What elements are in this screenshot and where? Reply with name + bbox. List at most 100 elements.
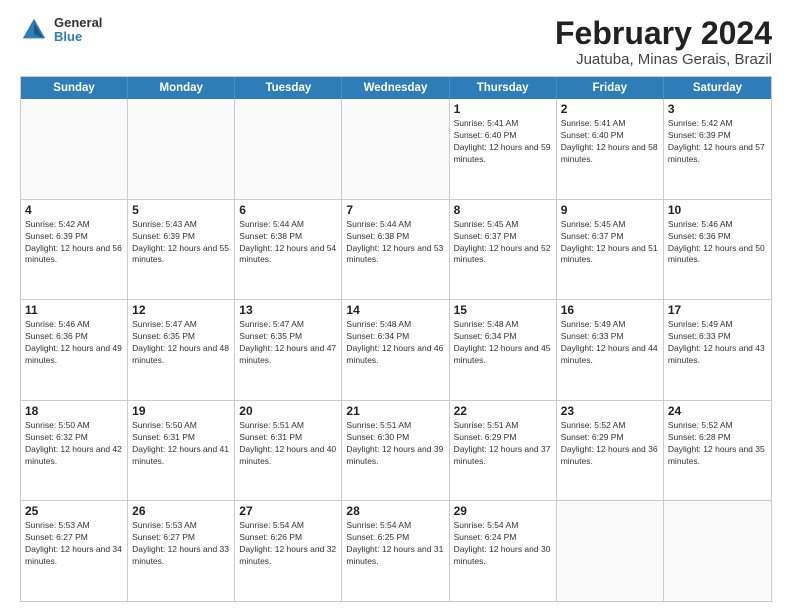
cal-header-friday: Friday xyxy=(557,77,664,99)
cal-week-4: 18 Sunrise: 5:50 AMSunset: 6:32 PMDayligh… xyxy=(21,401,771,502)
day-number: 5 xyxy=(132,203,230,217)
day-number: 23 xyxy=(561,404,659,418)
cell-info: Sunrise: 5:51 AMSunset: 6:29 PMDaylight:… xyxy=(454,420,552,468)
cell-info: Sunrise: 5:51 AMSunset: 6:31 PMDaylight:… xyxy=(239,420,337,468)
day-number: 18 xyxy=(25,404,123,418)
day-number: 2 xyxy=(561,102,659,116)
cell-info: Sunrise: 5:54 AMSunset: 6:24 PMDaylight:… xyxy=(454,520,552,568)
header: General Blue February 2024 Juatuba, Mina… xyxy=(20,16,772,68)
cal-day-16: 16 Sunrise: 5:49 AMSunset: 6:33 PMDayligh… xyxy=(557,300,664,400)
cell-info: Sunrise: 5:42 AMSunset: 6:39 PMDaylight:… xyxy=(668,118,767,166)
calendar-title: February 2024 xyxy=(555,16,772,51)
cal-day-1: 1Sunrise: 5:41 AMSunset: 6:40 PMDaylight… xyxy=(450,99,557,199)
day-number: 12 xyxy=(132,303,230,317)
cal-day-11: 11 Sunrise: 5:46 AMSunset: 6:36 PMDayligh… xyxy=(21,300,128,400)
day-number: 29 xyxy=(454,504,552,518)
day-number: 16 xyxy=(561,303,659,317)
cal-day-19: 19Sunrise: 5:50 AMSunset: 6:31 PMDayligh… xyxy=(128,401,235,501)
cal-header-thursday: Thursday xyxy=(450,77,557,99)
calendar: SundayMondayTuesdayWednesdayThursdayFrid… xyxy=(20,76,772,602)
calendar-header-row: SundayMondayTuesdayWednesdayThursdayFrid… xyxy=(21,77,771,99)
logo-text: General Blue xyxy=(54,16,102,45)
cal-day-4: 4 Sunrise: 5:42 AMSunset: 6:39 PMDaylight… xyxy=(21,200,128,300)
cell-info: Sunrise: 5:49 AMSunset: 6:33 PMDaylight:… xyxy=(668,319,767,367)
cal-day-13: 13Sunrise: 5:47 AMSunset: 6:35 PMDayligh… xyxy=(235,300,342,400)
cell-info: Sunrise: 5:43 AMSunset: 6:39 PMDaylight:… xyxy=(132,219,230,267)
cal-day-21: 21Sunrise: 5:51 AMSunset: 6:30 PMDayligh… xyxy=(342,401,449,501)
cell-info: Sunrise: 5:46 AMSunset: 6:36 PMDaylight:… xyxy=(668,219,767,267)
cal-header-sunday: Sunday xyxy=(21,77,128,99)
cell-info: Sunrise: 5:52 AMSunset: 6:28 PMDaylight:… xyxy=(668,420,767,468)
cell-info: Sunrise: 5:45 AMSunset: 6:37 PMDaylight:… xyxy=(454,219,552,267)
cell-info: Sunrise: 5:47 AMSunset: 6:35 PMDaylight:… xyxy=(239,319,337,367)
calendar-subtitle: Juatuba, Minas Gerais, Brazil xyxy=(555,51,772,68)
day-number: 6 xyxy=(239,203,337,217)
cal-header-tuesday: Tuesday xyxy=(235,77,342,99)
cell-info: Sunrise: 5:48 AMSunset: 6:34 PMDaylight:… xyxy=(346,319,444,367)
page: General Blue February 2024 Juatuba, Mina… xyxy=(0,0,792,612)
day-number: 17 xyxy=(668,303,767,317)
day-number: 9 xyxy=(561,203,659,217)
day-number: 20 xyxy=(239,404,337,418)
day-number: 14 xyxy=(346,303,444,317)
cell-info: Sunrise: 5:53 AMSunset: 6:27 PMDaylight:… xyxy=(132,520,230,568)
cell-info: Sunrise: 5:41 AMSunset: 6:40 PMDaylight:… xyxy=(561,118,659,166)
cal-day-12: 12 Sunrise: 5:47 AMSunset: 6:35 PMDayligh… xyxy=(128,300,235,400)
day-number: 10 xyxy=(668,203,767,217)
day-number: 11 xyxy=(25,303,123,317)
cal-day-2: 2 Sunrise: 5:41 AMSunset: 6:40 PMDaylight… xyxy=(557,99,664,199)
day-number: 8 xyxy=(454,203,552,217)
day-number: 26 xyxy=(132,504,230,518)
cell-info: Sunrise: 5:50 AMSunset: 6:32 PMDaylight:… xyxy=(25,420,123,468)
logo-general-text: General xyxy=(54,16,102,30)
cell-info: Sunrise: 5:45 AMSunset: 6:37 PMDaylight:… xyxy=(561,219,659,267)
cal-day-18: 18 Sunrise: 5:50 AMSunset: 6:32 PMDayligh… xyxy=(21,401,128,501)
logo: General Blue xyxy=(20,16,102,45)
cell-info: Sunrise: 5:46 AMSunset: 6:36 PMDaylight:… xyxy=(25,319,123,367)
cal-day-5: 5 Sunrise: 5:43 AMSunset: 6:39 PMDaylight… xyxy=(128,200,235,300)
day-number: 22 xyxy=(454,404,552,418)
day-number: 15 xyxy=(454,303,552,317)
calendar-body: 1Sunrise: 5:41 AMSunset: 6:40 PMDaylight… xyxy=(21,99,771,601)
cal-day-empty xyxy=(235,99,342,199)
cal-day-empty xyxy=(664,501,771,601)
cell-info: Sunrise: 5:51 AMSunset: 6:30 PMDaylight:… xyxy=(346,420,444,468)
cell-info: Sunrise: 5:52 AMSunset: 6:29 PMDaylight:… xyxy=(561,420,659,468)
day-number: 3 xyxy=(668,102,767,116)
cell-info: Sunrise: 5:42 AMSunset: 6:39 PMDaylight:… xyxy=(25,219,123,267)
cal-day-empty xyxy=(21,99,128,199)
cell-info: Sunrise: 5:48 AMSunset: 6:34 PMDaylight:… xyxy=(454,319,552,367)
cal-day-28: 28 Sunrise: 5:54 AMSunset: 6:25 PMDayligh… xyxy=(342,501,449,601)
cell-info: Sunrise: 5:41 AMSunset: 6:40 PMDaylight:… xyxy=(454,118,552,166)
cal-week-5: 25Sunrise: 5:53 AMSunset: 6:27 PMDayligh… xyxy=(21,501,771,601)
title-block: February 2024 Juatuba, Minas Gerais, Bra… xyxy=(555,16,772,68)
cal-day-10: 10 Sunrise: 5:46 AMSunset: 6:36 PMDayligh… xyxy=(664,200,771,300)
cal-day-27: 27 Sunrise: 5:54 AMSunset: 6:26 PMDayligh… xyxy=(235,501,342,601)
day-number: 28 xyxy=(346,504,444,518)
day-number: 19 xyxy=(132,404,230,418)
cal-day-9: 9 Sunrise: 5:45 AMSunset: 6:37 PMDaylight… xyxy=(557,200,664,300)
day-number: 24 xyxy=(668,404,767,418)
cal-day-17: 17 Sunrise: 5:49 AMSunset: 6:33 PMDayligh… xyxy=(664,300,771,400)
cal-day-22: 22 Sunrise: 5:51 AMSunset: 6:29 PMDayligh… xyxy=(450,401,557,501)
cal-day-24: 24 Sunrise: 5:52 AMSunset: 6:28 PMDayligh… xyxy=(664,401,771,501)
day-number: 7 xyxy=(346,203,444,217)
logo-blue-text: Blue xyxy=(54,30,102,44)
day-number: 27 xyxy=(239,504,337,518)
cell-info: Sunrise: 5:54 AMSunset: 6:25 PMDaylight:… xyxy=(346,520,444,568)
cal-day-15: 15 Sunrise: 5:48 AMSunset: 6:34 PMDayligh… xyxy=(450,300,557,400)
cal-day-20: 20 Sunrise: 5:51 AMSunset: 6:31 PMDayligh… xyxy=(235,401,342,501)
cell-info: Sunrise: 5:49 AMSunset: 6:33 PMDaylight:… xyxy=(561,319,659,367)
cell-info: Sunrise: 5:47 AMSunset: 6:35 PMDaylight:… xyxy=(132,319,230,367)
cal-day-empty xyxy=(128,99,235,199)
logo-icon xyxy=(20,16,48,44)
cell-info: Sunrise: 5:54 AMSunset: 6:26 PMDaylight:… xyxy=(239,520,337,568)
cal-day-14: 14 Sunrise: 5:48 AMSunset: 6:34 PMDayligh… xyxy=(342,300,449,400)
cal-day-25: 25Sunrise: 5:53 AMSunset: 6:27 PMDayligh… xyxy=(21,501,128,601)
cal-day-23: 23 Sunrise: 5:52 AMSunset: 6:29 PMDayligh… xyxy=(557,401,664,501)
cal-header-saturday: Saturday xyxy=(664,77,771,99)
cal-day-6: 6 Sunrise: 5:44 AMSunset: 6:38 PMDaylight… xyxy=(235,200,342,300)
cell-info: Sunrise: 5:44 AMSunset: 6:38 PMDaylight:… xyxy=(239,219,337,267)
day-number: 4 xyxy=(25,203,123,217)
cal-day-29: 29 Sunrise: 5:54 AMSunset: 6:24 PMDayligh… xyxy=(450,501,557,601)
